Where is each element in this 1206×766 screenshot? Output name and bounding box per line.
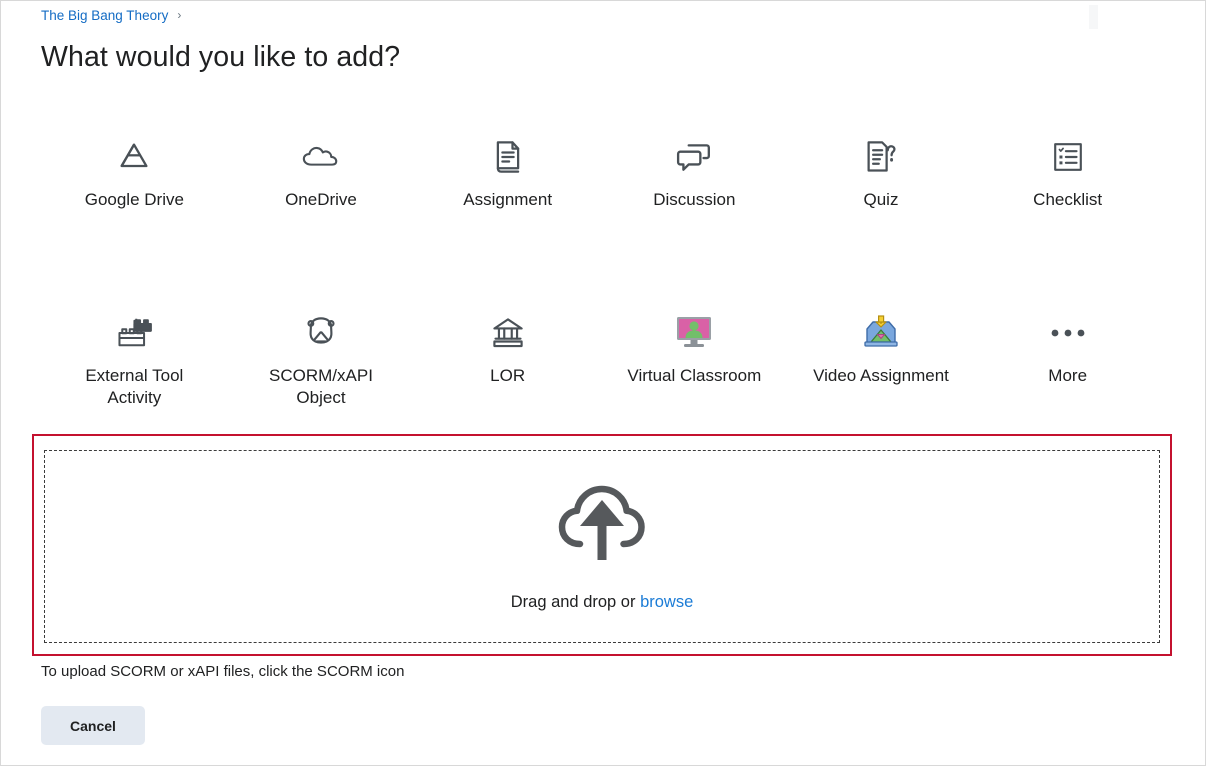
tool-grid-row-2: External Tool Activity SCORM/xAPI Object — [41, 273, 1161, 410]
repository-building-icon — [491, 311, 525, 355]
tool-grid-row-1: Google Drive OneDrive Assignment Discuss… — [41, 121, 1161, 211]
corner-artifact — [1089, 5, 1098, 29]
tool-label: OneDrive — [285, 190, 357, 209]
file-dropzone-inner[interactable]: Drag and drop or browse — [44, 450, 1160, 643]
breadcrumb: The Big Bang Theory › — [41, 8, 181, 23]
tool-label: Quiz — [863, 190, 899, 209]
scorm-upload-note: To upload SCORM or xAPI files, click the… — [41, 663, 405, 680]
tool-google-drive[interactable]: Google Drive — [41, 121, 228, 211]
tool-checklist[interactable]: Checklist — [974, 121, 1161, 211]
tool-label: LOR — [490, 366, 526, 385]
onedrive-cloud-icon — [301, 135, 341, 179]
tool-label: Google Drive — [84, 190, 184, 209]
file-dropzone[interactable]: Drag and drop or browse — [32, 434, 1172, 656]
video-assignment-tray-icon — [861, 311, 901, 355]
tool-virtual-classroom[interactable]: Virtual Classroom — [601, 273, 788, 410]
tool-label: Virtual Classroom — [627, 366, 762, 385]
tool-label: SCORM/xAPI Object — [269, 366, 373, 408]
tool-label: External Tool Activity — [85, 366, 184, 408]
tool-discussion[interactable]: Discussion — [601, 121, 788, 211]
tool-external-tool-activity[interactable]: External Tool Activity — [41, 273, 228, 410]
tool-label: More — [1048, 366, 1088, 385]
tool-label: Discussion — [653, 190, 736, 209]
tool-onedrive[interactable]: OneDrive — [228, 121, 415, 211]
tool-more[interactable]: More — [974, 273, 1161, 410]
dropzone-prompt: Drag and drop or browse — [511, 593, 694, 612]
tool-lor[interactable]: LOR — [414, 273, 601, 410]
scorm-xapi-icon — [303, 311, 339, 355]
browse-link[interactable]: browse — [640, 593, 693, 611]
cancel-button[interactable]: Cancel — [41, 706, 145, 745]
tool-label: Checklist — [1033, 190, 1103, 209]
discussion-bubbles-icon — [676, 135, 712, 179]
dropzone-prompt-text: Drag and drop or — [510, 592, 641, 611]
google-drive-icon — [116, 135, 152, 179]
breadcrumb-chevron-icon: › — [177, 7, 182, 22]
more-ellipsis-icon — [1049, 311, 1087, 355]
cloud-upload-icon — [556, 482, 648, 571]
lego-bricks-icon — [115, 311, 153, 355]
checklist-icon — [1052, 135, 1084, 179]
assignment-document-icon — [491, 135, 525, 179]
breadcrumb-course-link[interactable]: The Big Bang Theory — [41, 8, 168, 23]
tool-quiz[interactable]: Quiz — [788, 121, 975, 211]
tool-scorm-xapi-object[interactable]: SCORM/xAPI Object — [228, 273, 415, 410]
virtual-classroom-monitor-icon — [674, 311, 714, 355]
quiz-question-document-icon — [863, 135, 899, 179]
tool-label: Assignment — [463, 190, 553, 209]
page-title: What would you like to add? — [41, 41, 401, 73]
tool-assignment[interactable]: Assignment — [414, 121, 601, 211]
add-activity-page: The Big Bang Theory › What would you lik… — [0, 0, 1206, 766]
tool-label: Video Assignment — [813, 366, 949, 385]
tool-video-assignment[interactable]: Video Assignment — [788, 273, 975, 410]
